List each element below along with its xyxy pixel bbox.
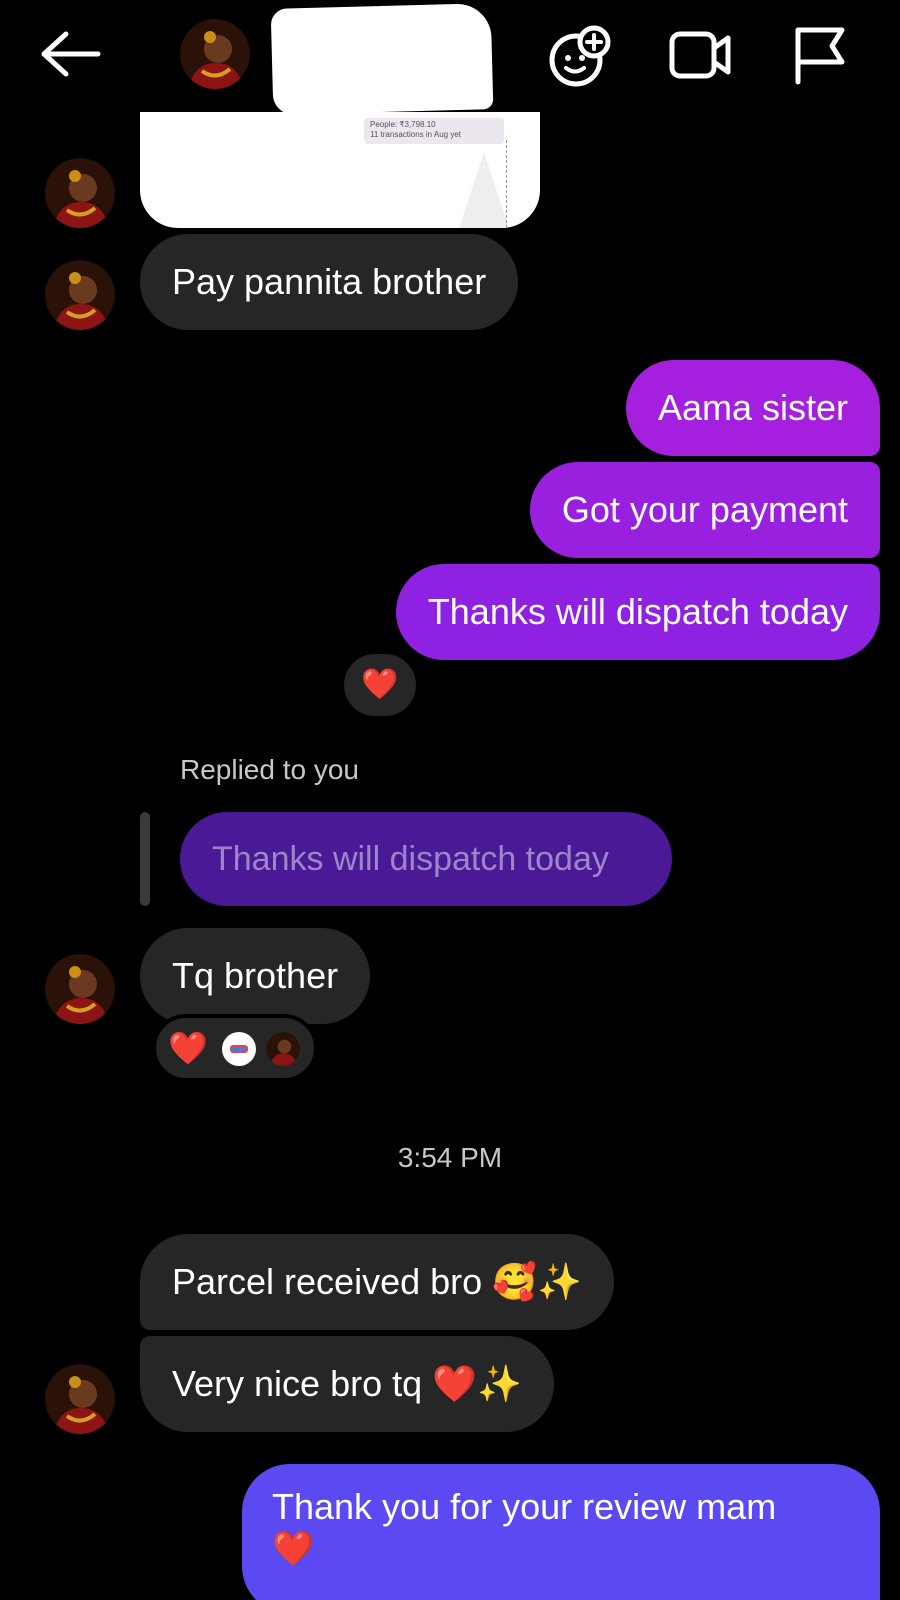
message-text: Thanks will dispatch today [427, 591, 848, 632]
back-button[interactable] [36, 26, 104, 82]
redacted-contact-name [270, 3, 494, 115]
sender-avatar[interactable] [45, 158, 115, 228]
screenshot-dash-line [506, 140, 507, 228]
video-call-button[interactable] [666, 22, 734, 88]
message-text: Tq brother [172, 955, 339, 996]
message-text: Pay pannita brother [172, 261, 487, 302]
sticker-add-button[interactable] [548, 22, 616, 88]
message-reaction[interactable]: ❤️ [340, 650, 420, 720]
sender-avatar[interactable] [45, 1364, 115, 1434]
screenshot-chart-shape [458, 152, 510, 228]
quoted-reply-bubble[interactable]: Thanks will dispatch today [180, 812, 672, 906]
message-text: Aama sister [657, 387, 848, 428]
sticker-add-icon [549, 25, 611, 87]
message-bubble-outgoing[interactable]: Got your payment [529, 462, 880, 558]
reactor-avatar [266, 1032, 300, 1066]
flag-icon [795, 27, 845, 85]
message-bubble-outgoing[interactable]: Aama sister [625, 360, 880, 456]
screenshot-summary-pill: People: ₹3,798.10 11 transactions in Aug… [364, 118, 504, 144]
message-bubble-incoming[interactable]: Pay pannita brother [140, 234, 519, 330]
message-bubble-incoming[interactable]: Tq brother [140, 928, 371, 1024]
message-bubble-incoming[interactable]: Parcel received bro 🥰✨ [140, 1234, 614, 1330]
shared-screenshot-attachment[interactable]: People: ₹3,798.10 11 transactions in Aug… [140, 112, 540, 228]
heart-reaction: ❤️ [168, 1030, 208, 1066]
message-timestamp: 3:54 PM [397, 1142, 503, 1173]
contact-avatar[interactable] [180, 19, 250, 89]
message-text: Got your payment [561, 489, 848, 530]
message-bubble-outgoing[interactable]: Thanks will dispatch today [395, 564, 880, 660]
video-camera-icon [669, 31, 731, 79]
message-bubble-outgoing[interactable]: Thank you for your review mam ❤️ [242, 1464, 880, 1600]
replied-label: Replied to you [180, 754, 360, 785]
sender-avatar[interactable] [45, 954, 115, 1024]
message-reactions[interactable]: ❤️ [152, 1014, 318, 1082]
message-text-emoji: ❤️ [272, 1530, 315, 1568]
chat-header [0, 0, 900, 115]
quoted-text: Thanks will dispatch today [212, 840, 609, 878]
report-button[interactable] [786, 22, 854, 88]
arrow-left-icon [41, 31, 101, 77]
message-bubble-incoming[interactable]: Very nice bro tq ❤️✨ [140, 1336, 554, 1432]
heart-reaction: ❤️ [361, 668, 399, 701]
message-text: Parcel received bro 🥰✨ [172, 1261, 582, 1302]
message-text: Very nice bro tq ❤️✨ [172, 1363, 522, 1404]
brand-logo-reactor-avatar [222, 1032, 256, 1066]
message-text: Thank you for your review mam [272, 1486, 777, 1527]
reply-indicator-bar [140, 812, 150, 906]
sender-avatar[interactable] [45, 260, 115, 330]
